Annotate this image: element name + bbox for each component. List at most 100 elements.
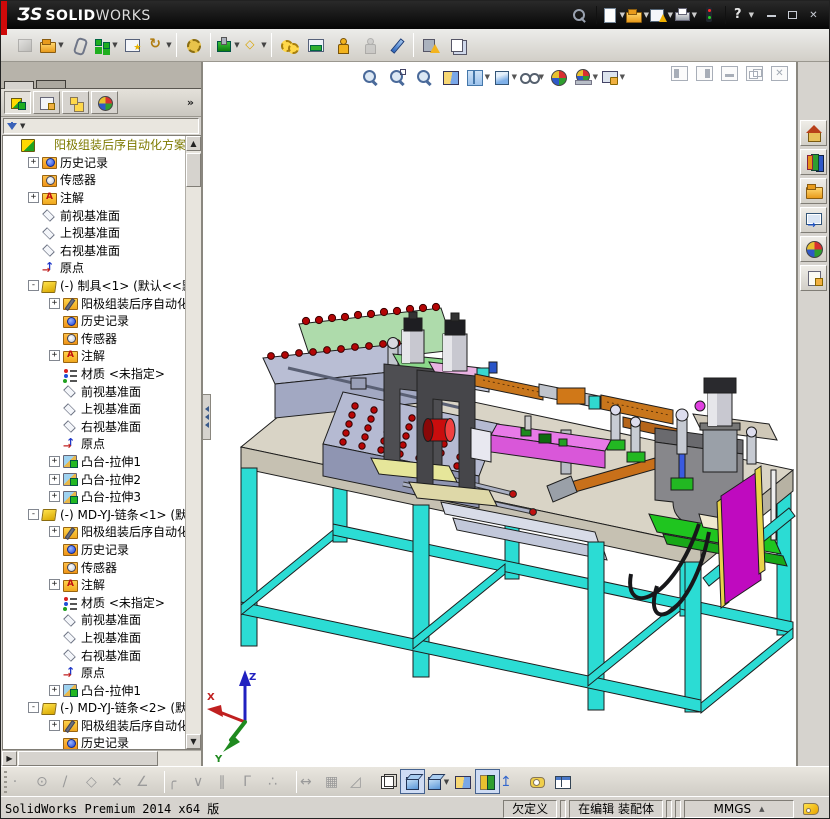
tree-item[interactable]: 上视基准面 bbox=[3, 400, 185, 418]
menu-item[interactable] bbox=[229, 11, 247, 19]
minimize-button[interactable] bbox=[764, 9, 779, 22]
command-tab[interactable] bbox=[36, 80, 66, 88]
scroll-down-button[interactable]: ▼ bbox=[186, 734, 201, 749]
interference-detection[interactable]: ▼ bbox=[417, 32, 444, 59]
units-selector[interactable]: MMGS ▲ bbox=[684, 799, 794, 818]
shaded-with-edges-display[interactable]: ▼ bbox=[400, 769, 425, 794]
circle[interactable]: ⊙ ▼ bbox=[36, 769, 61, 794]
menu-item[interactable] bbox=[209, 11, 227, 19]
file-explorer-tab[interactable] bbox=[800, 178, 827, 204]
scrollbar-thumb[interactable] bbox=[186, 153, 201, 187]
tree-item[interactable]: 原点 bbox=[3, 664, 185, 682]
explode-line-sketch[interactable]: ▼ bbox=[356, 32, 383, 59]
scroll-up-button[interactable]: ▲ bbox=[186, 136, 201, 151]
scroll-right-button[interactable]: ▶ bbox=[2, 751, 17, 766]
view-orientation[interactable]: ▼ bbox=[466, 65, 490, 88]
assembly-features[interactable]: ▼ bbox=[214, 32, 241, 59]
zoom-fit[interactable]: ▼ bbox=[358, 65, 382, 88]
tree-item[interactable]: 前视基准面 bbox=[3, 611, 185, 629]
menu-item[interactable] bbox=[189, 11, 207, 19]
tree-item[interactable]: + 注解 bbox=[3, 189, 185, 207]
polygon[interactable]: ◇ ▼ bbox=[86, 769, 111, 794]
child-close-button[interactable]: ✕ bbox=[771, 66, 788, 81]
tree-item[interactable]: + 注解 bbox=[3, 347, 185, 365]
reference-geometry[interactable]: ▼ bbox=[241, 32, 268, 59]
expand-toggle[interactable]: + bbox=[28, 156, 39, 168]
edit-appearance[interactable]: ▼ bbox=[547, 65, 571, 88]
featuremanager-tab[interactable] bbox=[4, 91, 31, 114]
restore-button[interactable] bbox=[785, 9, 800, 22]
sketch-chamfer[interactable]: ∨ ▼ bbox=[193, 769, 218, 794]
next-window-button[interactable] bbox=[696, 66, 713, 81]
tree-item[interactable]: 传感器 bbox=[3, 330, 185, 348]
help[interactable]: ▼ bbox=[730, 4, 754, 26]
tree-item[interactable]: 历史记录 bbox=[3, 541, 185, 559]
sketch[interactable]: ▼ bbox=[383, 32, 410, 59]
tag-icon[interactable] bbox=[803, 802, 819, 815]
menu-item[interactable] bbox=[269, 11, 287, 19]
tree-item[interactable]: 右视基准面 bbox=[3, 242, 185, 260]
perpendicular-relation[interactable]: Γ ▼ bbox=[243, 769, 268, 794]
trim-entities[interactable]: × ▼ bbox=[111, 769, 136, 794]
section-view[interactable]: ▼ bbox=[439, 65, 463, 88]
expand-toggle[interactable]: + bbox=[28, 192, 39, 204]
custom-properties-tab[interactable] bbox=[800, 265, 827, 291]
displaymanager-tab[interactable] bbox=[91, 91, 118, 114]
menu-item[interactable] bbox=[249, 11, 267, 19]
grid-snap[interactable]: ▦ ▼ bbox=[325, 769, 350, 794]
chevron-down-icon[interactable]: ▼ bbox=[20, 122, 25, 130]
configurationmanager-tab[interactable] bbox=[62, 91, 89, 114]
design-checker[interactable]: ▼ bbox=[649, 4, 673, 26]
new-document[interactable]: ▼ bbox=[601, 4, 625, 26]
options-traffic-light[interactable]: ▼ bbox=[697, 4, 721, 26]
tree-item[interactable]: + 注解 bbox=[3, 576, 185, 594]
point[interactable]: · ▼ bbox=[11, 769, 36, 794]
expand-toggle[interactable]: + bbox=[49, 455, 60, 467]
expand-toggle[interactable]: + bbox=[49, 491, 60, 503]
apply-scene[interactable]: ▼ bbox=[574, 65, 598, 88]
assembly-3d-model[interactable]: Z X Y bbox=[203, 62, 796, 764]
propertymanager-tab[interactable] bbox=[33, 91, 60, 114]
tree-item[interactable]: + 凸台-拉伸1 bbox=[3, 681, 185, 699]
tree-item[interactable]: 前视基准面 bbox=[3, 206, 185, 224]
expand-toggle[interactable]: - bbox=[28, 702, 39, 714]
wireframe-display[interactable]: ▼ bbox=[375, 769, 400, 794]
expand-toggle[interactable]: + bbox=[49, 719, 60, 731]
title-bar[interactable]: ƷS SOLID WORKS ▼▼▼▼▼▼▼ ✕ bbox=[1, 1, 829, 35]
display-style-menu[interactable]: ▼ bbox=[425, 769, 450, 794]
measure[interactable]: ▼ bbox=[525, 769, 550, 794]
component-preview[interactable]: ▼ bbox=[119, 32, 146, 59]
tree-item[interactable]: - (-) 制具<1> (默认<<默认 bbox=[3, 277, 185, 295]
tree-item[interactable]: - (-) MD-YJ-链条<1> (默认 bbox=[3, 505, 185, 523]
smart-dimension[interactable]: ↔ ▼ bbox=[300, 769, 325, 794]
insert-component[interactable]: ▼ bbox=[11, 32, 38, 59]
tree-item[interactable]: 上视基准面 bbox=[3, 224, 185, 242]
mate[interactable]: ▼ bbox=[92, 32, 119, 59]
tree-item[interactable]: + 阳极组装后序自动化方案 bbox=[3, 717, 185, 735]
tree-item[interactable]: 材质 <未指定> bbox=[3, 593, 185, 611]
menu-item[interactable] bbox=[169, 11, 187, 19]
tree-item[interactable]: 历史记录 bbox=[3, 312, 185, 330]
appearances-scenes-tab[interactable] bbox=[800, 236, 827, 262]
design-library-tab[interactable] bbox=[800, 149, 827, 175]
tree-item[interactable]: 阳极组装后序自动化方案 bbox=[3, 136, 185, 155]
tree-item[interactable]: 右视基准面 bbox=[3, 646, 185, 664]
search-pin[interactable]: ▼ bbox=[568, 4, 592, 26]
expand-toggle[interactable]: + bbox=[49, 526, 60, 538]
expand-toggle[interactable]: + bbox=[49, 297, 60, 309]
tree-item[interactable]: 原点 bbox=[3, 259, 185, 277]
open-component[interactable]: ▼ bbox=[38, 32, 65, 59]
tree-item[interactable]: + 凸台-拉伸2 bbox=[3, 470, 185, 488]
solidworks-resources-tab[interactable] bbox=[800, 120, 827, 146]
construction-points[interactable]: ∴ ▼ bbox=[268, 769, 293, 794]
move-component[interactable]: ▼ bbox=[180, 32, 207, 59]
sketch-angle[interactable]: ∠ ▼ bbox=[136, 769, 161, 794]
tree-item[interactable]: 传感器 bbox=[3, 171, 185, 189]
tree-item[interactable]: 材质 <未指定> bbox=[3, 365, 185, 383]
new-motion-study[interactable]: ▼ bbox=[275, 32, 302, 59]
sketch-fillet[interactable]: ╭ ▼ bbox=[168, 769, 193, 794]
tree-item[interactable]: + 历史记录 bbox=[3, 154, 185, 172]
previous-view[interactable]: ▼ bbox=[412, 65, 436, 88]
close-button[interactable]: ✕ bbox=[806, 9, 821, 22]
reference-plane[interactable]: ↥ ▼ bbox=[500, 769, 525, 794]
